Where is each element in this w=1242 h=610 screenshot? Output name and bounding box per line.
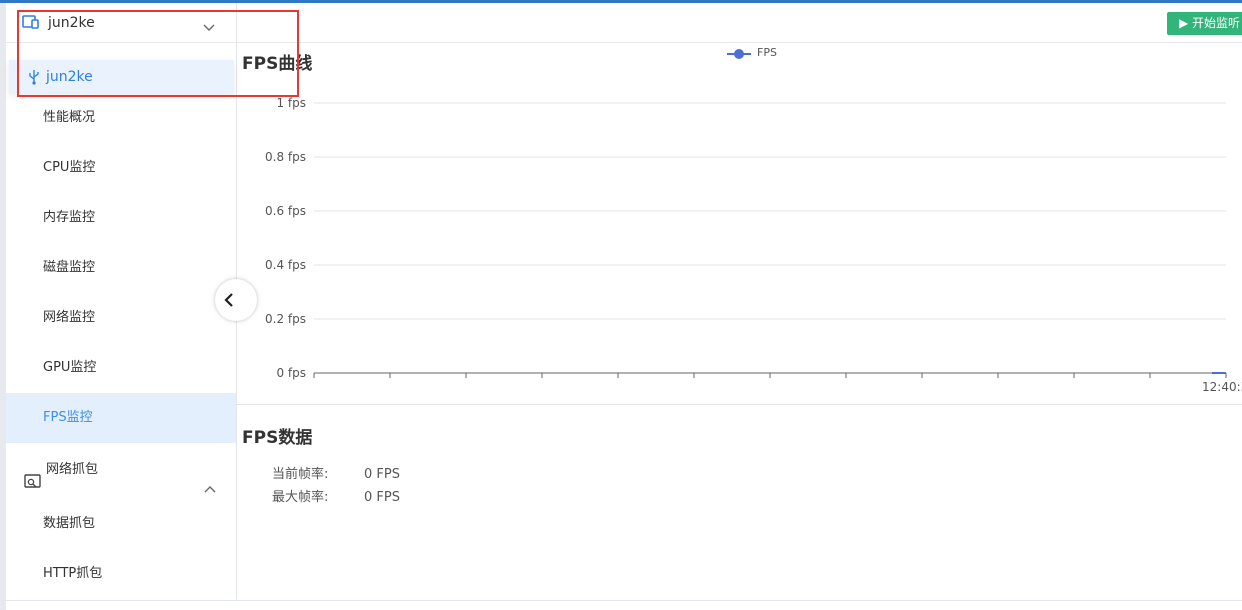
max-fps-row: 最大帧率: 0 FPS <box>272 486 400 505</box>
main-header: ▶ 开始监听 <box>237 3 1242 43</box>
device-icon <box>22 14 40 30</box>
collapse-sidebar-button[interactable] <box>215 279 257 321</box>
current-fps-label: 当前帧率: <box>272 467 329 482</box>
max-fps-label: 最大帧率: <box>272 490 329 505</box>
sidebar: jun2ke jun2ke 性能概况 CPU监控 内存监控 磁盘监控 网络监控 … <box>6 3 237 600</box>
menu-item-gpu-monitor[interactable]: GPU监控 <box>6 343 236 393</box>
bottom-border <box>0 600 1242 601</box>
menu-item-network-monitor[interactable]: 网络监控 <box>6 293 236 343</box>
data-section-title: FPS数据 <box>242 428 313 448</box>
y-tick-label: 0.6 fps <box>265 204 306 218</box>
menu-group-label: 网络抓包 <box>46 462 99 477</box>
max-fps-value: 0 FPS <box>364 490 400 505</box>
device-option-label: jun2ke <box>46 69 93 85</box>
device-select-label: jun2ke <box>48 15 95 31</box>
menu-item-disk-monitor[interactable]: 磁盘监控 <box>6 243 236 293</box>
menu-item-memory-monitor[interactable]: 内存监控 <box>6 193 236 243</box>
menu-item-http-capture[interactable]: HTTP抓包 <box>6 549 236 599</box>
current-fps-row: 当前帧率: 0 FPS <box>272 463 400 482</box>
y-tick-label: 1 fps <box>276 96 306 110</box>
device-option[interactable]: jun2ke <box>9 60 234 94</box>
menu-group-network-capture[interactable]: 网络抓包 <box>6 445 236 495</box>
usb-icon <box>28 69 40 85</box>
start-monitor-button[interactable]: ▶ 开始监听 <box>1167 12 1242 35</box>
network-capture-icon <box>24 462 42 488</box>
menu-item-performance-overview[interactable]: 性能概况 <box>6 93 236 143</box>
section-divider <box>237 404 1242 405</box>
menu-item-cpu-monitor[interactable]: CPU监控 <box>6 143 236 193</box>
x-tick-label: 12:40:3 <box>1202 380 1242 394</box>
y-tick-label: 0 fps <box>276 366 306 380</box>
chevron-up-icon <box>204 465 216 493</box>
menu-item-data-capture[interactable]: 数据抓包 <box>6 499 236 549</box>
current-fps-value: 0 FPS <box>364 467 400 482</box>
main-panel: ▶ 开始监听 FPS曲线 FPS 0 fps 0.2 fps 0.4 fps 0.6 … <box>237 3 1242 600</box>
fps-chart: 0 fps 0.2 fps 0.4 fps 0.6 fps 0.8 fps 1 fps 12… <box>265 96 1242 394</box>
y-tick-label: 0.8 fps <box>265 150 306 164</box>
y-tick-label: 0.4 fps <box>265 258 306 272</box>
y-tick-label: 0.2 fps <box>265 312 306 326</box>
menu-item-fps-monitor[interactable]: FPS监控 <box>6 393 236 443</box>
chevron-left-icon <box>224 293 233 307</box>
device-select[interactable]: jun2ke <box>6 3 236 43</box>
chevron-down-icon <box>203 17 215 31</box>
